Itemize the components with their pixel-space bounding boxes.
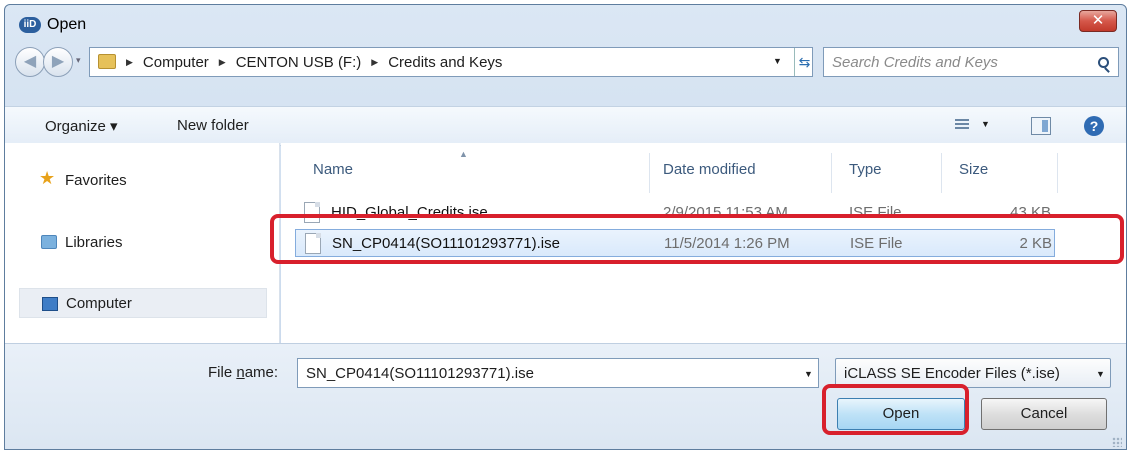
file-name-label-text: ame: [244,364,279,381]
search-input[interactable]: Search Credits and Keys [823,47,1119,77]
refresh-button[interactable]: ⇆ [794,48,814,76]
back-button[interactable]: ◀ [15,47,45,77]
breadcrumb-computer[interactable]: Computer [143,54,209,71]
column-header-size[interactable]: Size [959,161,988,178]
star-icon: ★ [39,168,56,188]
computer-icon [42,297,58,311]
navigation-row: ◀ ▶ ▾ ▶ Computer ▶ CENTON USB (F:) ▶ Cre… [5,43,1126,79]
open-button-highlight-annotation [822,384,969,435]
help-icon[interactable]: ? [1084,116,1104,136]
column-header-date-modified[interactable]: Date modified [663,161,756,178]
breadcrumb: ▶ Computer ▶ CENTON USB (F:) ▶ Credits a… [126,54,502,71]
sidebar-item-favorites[interactable]: ★ Favorites [19,165,267,195]
organize-button[interactable]: Organize ▾ [45,117,118,135]
recent-locations-dropdown-icon[interactable]: ▾ [76,55,81,66]
file-type-filter-value: iCLASS SE Encoder Files (*.ise) [844,365,1060,382]
sidebar-item-label: Libraries [65,233,123,251]
file-name-input[interactable]: SN_CP0414(SO11101293771).ise ▼ [297,358,819,388]
resize-grip-icon[interactable] [1112,437,1122,447]
file-name-value: SN_CP0414(SO11101293771).ise [306,365,534,382]
breadcrumb-centon-usb[interactable]: CENTON USB (F:) [236,54,362,71]
sidebar-item-label: Favorites [65,171,127,189]
breadcrumb-separator-icon[interactable]: ▶ [126,54,133,71]
file-name-dropdown-icon[interactable]: ▼ [804,369,813,379]
preview-pane-icon[interactable] [1031,117,1051,135]
breadcrumb-separator-icon[interactable]: ▶ [371,54,378,71]
change-view-icon[interactable] [955,119,969,131]
file-name-label-accesskey: n [236,364,245,381]
column-header-name[interactable]: Name [313,161,353,178]
column-divider[interactable] [649,153,650,193]
hid-logo-icon: iiD [19,17,41,33]
breadcrumb-separator-icon[interactable]: ▶ [219,54,226,71]
sidebar-item-label: Computer [66,294,132,312]
navigation-pane: ★ Favorites Libraries Computer [5,143,280,343]
address-bar[interactable]: ▶ Computer ▶ CENTON USB (F:) ▶ Credits a… [89,47,813,77]
column-divider[interactable] [941,153,942,193]
search-placeholder: Search Credits and Keys [832,54,998,71]
search-icon[interactable] [1098,57,1109,68]
title-bar: iiD Open ✕ [5,5,1126,45]
column-divider[interactable] [1057,153,1058,193]
folder-icon [98,54,116,69]
new-folder-button[interactable]: New folder [177,117,249,134]
sidebar-item-libraries[interactable]: Libraries [19,227,267,257]
breadcrumb-credits-and-keys[interactable]: Credits and Keys [388,54,502,71]
cancel-button[interactable]: Cancel [981,398,1107,430]
file-name-label: File name: [208,364,278,381]
libraries-icon [41,235,57,249]
address-dropdown-icon[interactable]: ▼ [773,56,782,66]
command-toolbar: Organize ▾ New folder ▼ ? [5,106,1126,146]
file-type-dropdown-icon[interactable]: ▼ [1096,369,1105,379]
close-button[interactable]: ✕ [1079,10,1117,32]
selected-file-highlight-annotation [270,214,1124,264]
forward-button[interactable]: ▶ [43,47,73,77]
view-options-dropdown-icon[interactable]: ▼ [981,119,990,129]
dialog-title: Open [47,16,87,33]
sort-ascending-icon: ▲ [459,149,468,159]
file-name-label-text: File [208,364,237,381]
sidebar-item-computer[interactable]: Computer [19,288,267,318]
column-header-type[interactable]: Type [849,161,882,178]
column-divider[interactable] [831,153,832,193]
